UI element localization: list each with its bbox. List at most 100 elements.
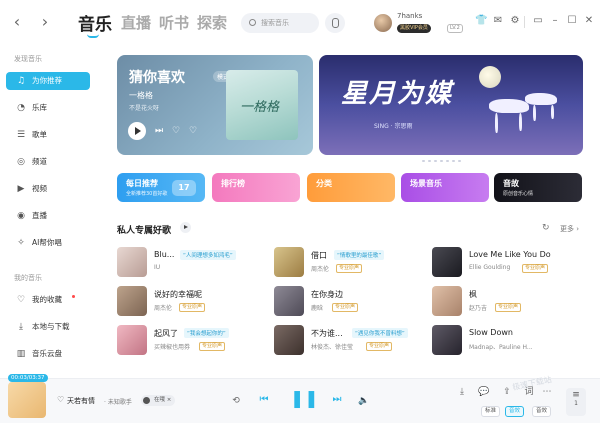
song-name: 枫 (469, 290, 477, 299)
now-playing-cover[interactable] (8, 382, 46, 418)
sidebar-item-label: 音乐云盘 (32, 349, 62, 358)
download-icon[interactable]: ⤓ (456, 387, 468, 398)
card-title: 场景音乐 (410, 179, 442, 188)
like-icon[interactable]: ♡ (172, 126, 180, 136)
volume-icon[interactable]: 🔈 (358, 396, 370, 407)
sound-effect-button-2[interactable]: 音效 (532, 406, 552, 417)
song-cover[interactable] (117, 325, 147, 355)
voice-search-icon[interactable] (325, 13, 345, 33)
playlist-icon: ≡ (572, 390, 580, 400)
sidebar-item-label: 我的收藏 (32, 295, 62, 304)
sound-effect-button[interactable]: 音效 (505, 406, 525, 417)
quality-standard-button[interactable]: 标准 (481, 406, 501, 417)
song-cover[interactable] (117, 286, 147, 316)
horse-leg-graphic (551, 105, 554, 119)
next-icon[interactable]: ⏭ (331, 394, 343, 405)
sidebar-item-favorites[interactable]: ♡ 我的收藏 (6, 291, 90, 309)
play-all-icon[interactable] (180, 222, 191, 233)
song-cover[interactable] (274, 286, 304, 316)
settings-icon[interactable]: ⚙ (509, 15, 521, 27)
song-cover[interactable] (274, 247, 304, 277)
sidebar-item-video[interactable]: ▶ 视频 (6, 180, 90, 198)
audio-story-card[interactable]: 音故 原创音乐心情 (494, 173, 582, 202)
close-icon[interactable]: ✕ (583, 15, 595, 27)
song-cover[interactable] (274, 325, 304, 355)
playlist-button[interactable]: ≡ 1 (566, 388, 586, 416)
tab-explore[interactable]: 探索 (197, 12, 227, 33)
song-cover[interactable] (432, 325, 462, 355)
guess-title: 猜你喜欢 (129, 70, 185, 86)
like-icon[interactable]: ♡ (57, 395, 64, 404)
sidebar-item-playlist[interactable]: ☰ 歌单 (6, 126, 90, 144)
play-time: 00:03/03:37 (8, 374, 48, 382)
minimize-icon[interactable]: – (549, 15, 561, 27)
mail-icon[interactable]: ✉ (492, 15, 504, 27)
sidebar-item-label: 直播 (32, 211, 47, 220)
guess-you-like-card[interactable]: 猜你喜欢 模式 一格格 不是花火呀 ⏭ ♡ ♡ 一格格 (117, 55, 313, 155)
level-badge[interactable]: LV.2 (447, 24, 463, 33)
song-item[interactable]: 不为谁... “遇见你我不曾料想” 林俊杰、徐佳莹 专业原声 (274, 325, 424, 355)
category-card[interactable]: 分类 (307, 173, 395, 202)
more-link[interactable]: 更多 › (560, 224, 579, 234)
search-input[interactable]: 搜索音乐 (241, 13, 319, 33)
more-icon[interactable]: ⋯ (541, 387, 553, 398)
listening-chip[interactable]: 在哦 × (141, 395, 176, 406)
mini-mode-icon[interactable]: ▭ (532, 15, 544, 27)
song-item[interactable]: 借口 “情歌里的最佳歌” 周杰伦 专业原声 (274, 247, 424, 277)
song-item[interactable]: 说好的幸福呢 周杰伦 专业原声 (117, 286, 267, 316)
vip-badge[interactable]: 黑胶VIP会员 (397, 24, 431, 33)
sidebar-item-recommend[interactable]: ♫ 为你推荐 (6, 72, 90, 90)
dislike-icon[interactable]: ♡ (189, 126, 197, 136)
scene-music-card[interactable]: 场景音乐 (401, 173, 489, 202)
song-item[interactable]: 枫 赵乃吉 专业原声 (432, 286, 582, 316)
now-playing-song[interactable]: 天若有情 (67, 396, 95, 406)
song-cover[interactable] (432, 286, 462, 316)
pause-icon[interactable]: ❚❚ (290, 389, 319, 409)
comment-icon[interactable]: 💬 (478, 387, 490, 398)
guess-artist: 不是花火呀 (129, 105, 160, 112)
next-icon[interactable]: ⏭ (155, 126, 163, 136)
tab-music[interactable]: 音乐 (78, 10, 112, 35)
sidebar-item-library[interactable]: ◔ 乐库 (6, 99, 90, 117)
sidebar-item-local-download[interactable]: ⤓ 本地与下载 (6, 318, 90, 336)
banner-subtitle: SING · 宗思雨 (374, 123, 413, 130)
song-item[interactable]: Blu... “人间理想多如鸿毛” IU (117, 247, 267, 277)
share-icon[interactable]: ⇪ (501, 387, 513, 398)
top-bar: ‹ › 音乐 直播 听书 探索 搜索音乐 7hanks 黑胶VIP会员 LV.2… (0, 0, 600, 48)
avatar[interactable] (374, 14, 392, 32)
promo-banner[interactable]: 星月为媒 SING · 宗思雨 (319, 55, 583, 155)
maximize-icon[interactable]: ☐ (566, 15, 578, 27)
song-item[interactable]: 在你身边 鹿晗 专业原声 (274, 286, 424, 316)
sidebar-item-channel[interactable]: ◎ 频道 (6, 153, 90, 171)
sidebar-item-cloud[interactable]: ▥ 音乐云盘 (6, 345, 90, 363)
skin-icon[interactable]: 👕 (475, 15, 487, 27)
username[interactable]: 7hanks (397, 12, 422, 20)
song-artist: 鹿晗 (311, 305, 324, 312)
song-item[interactable]: Love Me Like You Do Ellie Goulding 专业原声 (432, 247, 582, 277)
song-cover[interactable] (117, 247, 147, 277)
sidebar-item-ai-sing[interactable]: ✧ AI帮你唱 (6, 234, 90, 252)
song-item[interactable]: 起风了 “我会想起你的” 买辣椒也用券 专业原声 (117, 325, 267, 355)
back-icon[interactable]: ‹ (8, 13, 26, 31)
sidebar-item-label: 频道 (32, 157, 47, 166)
library-icon: ◔ (17, 103, 25, 113)
loop-icon[interactable]: ⟲ (230, 396, 242, 407)
live-icon: ◉ (17, 211, 25, 221)
song-name: 说好的幸福呢 (154, 290, 202, 299)
play-icon[interactable] (128, 122, 146, 140)
banner-pagination[interactable] (409, 147, 464, 166)
previous-icon[interactable]: ⏮ (258, 394, 270, 405)
tab-live[interactable]: 直播 (121, 12, 151, 33)
sidebar-item-live[interactable]: ◉ 直播 (6, 207, 90, 225)
song-tag: “遇见你我不曾料想” (352, 328, 408, 338)
forward-icon[interactable]: › (36, 13, 54, 31)
sidebar-item-label: 为你推荐 (32, 76, 62, 85)
song-cover[interactable] (432, 247, 462, 277)
now-playing-artist[interactable]: · 未知歌手 (104, 397, 132, 406)
charts-card[interactable]: 排行榜 (212, 173, 300, 202)
refresh-icon[interactable]: ↻ (542, 223, 550, 233)
album-cover[interactable]: 一格格 (226, 70, 298, 140)
tab-audiobook[interactable]: 听书 (159, 12, 189, 33)
song-item[interactable]: Slow Down Madnap、Pauline H... (432, 325, 582, 355)
card-title: 分类 (316, 179, 332, 188)
